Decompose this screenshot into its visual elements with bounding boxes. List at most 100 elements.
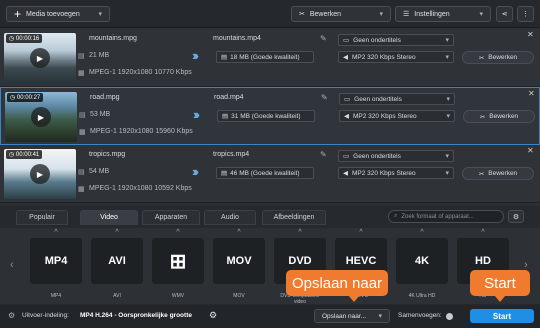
chevron-up-icon[interactable]: ^ [152,229,204,236]
scissors-icon: ✂ [479,113,486,121]
edit-button[interactable]: ✂ Bewerken ▾ [291,6,391,22]
tab-label: Populair [29,214,55,221]
tab-video[interactable]: Video [80,210,138,225]
chevron-up-icon[interactable]: ^ [91,229,143,236]
settings-icon: ⚙ [8,311,16,320]
subtitles-icon: ▭ [343,153,350,160]
row-edit-button[interactable]: ✂ Bewerken [462,167,534,180]
audio-dropdown[interactable]: ◀ MP2 320 Kbps Stereo ▾ [339,110,455,122]
format-4k-icon[interactable]: 4K [396,238,448,284]
start-button[interactable]: Start [470,309,534,323]
subtitles-value: Geen ondertitels [354,95,402,103]
subtitles-dropdown[interactable]: ▭ Geen ondertitels ▾ [339,93,455,105]
pencil-icon[interactable]: ✎ [320,150,327,159]
video-thumbnail[interactable]: ◷ 00:00:41 ▶ [4,149,76,199]
format-mp4-icon[interactable]: MP4 [30,238,82,284]
output-filename[interactable]: mountains.mp4 [213,35,261,42]
close-icon[interactable]: ✕ [527,146,534,155]
output-filename[interactable]: tropics.mp4 [213,151,249,158]
row-edit-label: Bewerken [488,170,518,177]
pencil-icon[interactable]: ✎ [320,34,327,43]
output-filename[interactable]: road.mp4 [214,94,244,101]
video-thumbnail[interactable]: ◷ 00:00:27 ▶ [5,92,77,142]
file-row-selected[interactable]: ◷ 00:00:27 ▶ road.mpg ▤ 53 MB ▦ MPEG-1 1… [0,87,540,145]
chevron-up-icon[interactable]: ^ [274,229,326,236]
chevron-left-icon[interactable]: ‹ [10,259,14,271]
more-icon: ⋮ [522,11,529,18]
chevron-up-icon[interactable]: ^ [335,229,387,236]
tab-apparaten[interactable]: Apparaten [142,210,200,225]
more-button[interactable]: ⋮ [517,6,534,22]
gear-icon[interactable]: ⚙ [209,310,217,321]
output-size-field[interactable]: ▤ 46 MB (Goede kwaliteit) [216,167,314,179]
tab-audio[interactable]: Audio [204,210,256,225]
chevron-down-icon: ▾ [479,11,483,18]
subtitles-value: Geen ondertitels [353,36,401,44]
subtitles-dropdown[interactable]: ▭ Geen ondertitels ▾ [338,150,454,162]
add-media-button[interactable]: + Media toevoegen ▾ [6,6,110,22]
convert-arrow-icon: ››› [192,164,199,179]
duration: 00:00:27 [16,95,41,101]
callout-pointer [494,295,506,302]
source-size: 53 MB [90,111,111,118]
chevron-up-icon[interactable]: ^ [30,229,82,236]
merge-toggle[interactable] [446,313,453,320]
chevron-up-icon[interactable]: ^ [457,229,509,236]
output-format-value[interactable]: MP4 H.264 - Oorspronkelijke grootte [80,312,192,319]
chevron-up-icon[interactable]: ^ [213,229,265,236]
row-edit-label: Bewerken [488,54,518,61]
output-size: 31 MB (Goede kwaliteit) [231,112,301,120]
settings-button[interactable]: ☰ Instellingen ▾ [395,6,491,22]
tab-label: Afbeeldingen [273,214,315,221]
row-edit-button[interactable]: ✂ Bewerken [463,110,535,123]
format-label: AVI [113,293,121,299]
format-label: MP4 [50,293,62,299]
play-icon[interactable]: ▶ [31,107,51,127]
audio-dropdown[interactable]: ◀ MP2 320 Kbps Stereo ▾ [338,167,454,179]
callout-pointer [348,295,360,302]
chevron-down-icon: ▾ [446,113,450,120]
video-thumbnail[interactable]: ◷ 00:00:16 ▶ [4,33,76,83]
tab-label: Video [100,214,118,221]
output-size-field[interactable]: ▤ 18 MB (Goede kwaliteit) [216,51,314,63]
play-icon[interactable]: ▶ [30,164,50,184]
callout-text: Start [484,274,516,292]
pencil-icon[interactable]: ✎ [321,93,328,102]
output-size-field[interactable]: ▤ 31 MB (Goede kwaliteit) [217,110,315,122]
format-icon-text: 4K [414,255,430,267]
row-edit-button[interactable]: ✂ Bewerken [462,51,534,64]
format-settings-button[interactable]: ⚙ [508,210,524,223]
chevron-down-icon: ▾ [445,153,449,160]
file-row[interactable]: ◷ 00:00:16 ▶ mountains.mpg ▤ 21 MB ▦ MPE… [0,29,540,87]
subtitles-value: Geen ondertitels [353,152,401,160]
format-icon-text: HEVC [345,255,377,267]
tab-populair[interactable]: Populair [16,210,68,225]
source-codec: MPEG-1 1920x1080 10592 Kbps [89,185,192,192]
duration: 00:00:16 [15,36,40,42]
start-label: Start [492,311,512,321]
save-to-dropdown[interactable]: Opslaan naar... ▾ [314,309,390,323]
format-mov-icon[interactable]: MOV [213,238,265,284]
speaker-icon: ◀ [343,54,348,61]
audio-dropdown[interactable]: ◀ MP2 320 Kbps Stereo ▾ [338,51,454,63]
chevron-up-icon[interactable]: ^ [396,229,448,236]
callout-text: Opslaan naar [291,274,383,292]
tab-afbeeldingen[interactable]: Afbeeldingen [262,210,326,225]
file-row[interactable]: ◷ 00:00:41 ▶ tropics.mpg ▤ 54 MB ▦ MPEG-… [0,145,540,203]
format-icon-text: HD [475,255,491,267]
save-to-callout: Opslaan naar [286,270,388,296]
format-avi-icon[interactable]: AVI [91,238,143,284]
convert-arrow-icon: ››› [192,48,199,63]
audio-value: MP2 320 Kbps Stereo [352,53,416,61]
format-wmv-icon[interactable]: ⊞ [152,238,204,284]
source-codec: MPEG-1 1920x1080 10770 Kbps [89,69,192,76]
file-icon: ▤ [222,113,229,120]
subtitles-dropdown[interactable]: ▭ Geen ondertitels ▾ [338,34,454,46]
share-button[interactable]: ⋖ [496,6,513,22]
duration-badge: ◷ 00:00:27 [7,93,44,102]
add-media-label: Media toevoegen [26,10,80,18]
format-search-input[interactable]: ⌕ Zoek formaat of apparaat... [388,210,504,223]
close-icon[interactable]: ✕ [527,30,534,39]
play-icon[interactable]: ▶ [30,48,50,68]
close-icon[interactable]: ✕ [528,89,535,98]
